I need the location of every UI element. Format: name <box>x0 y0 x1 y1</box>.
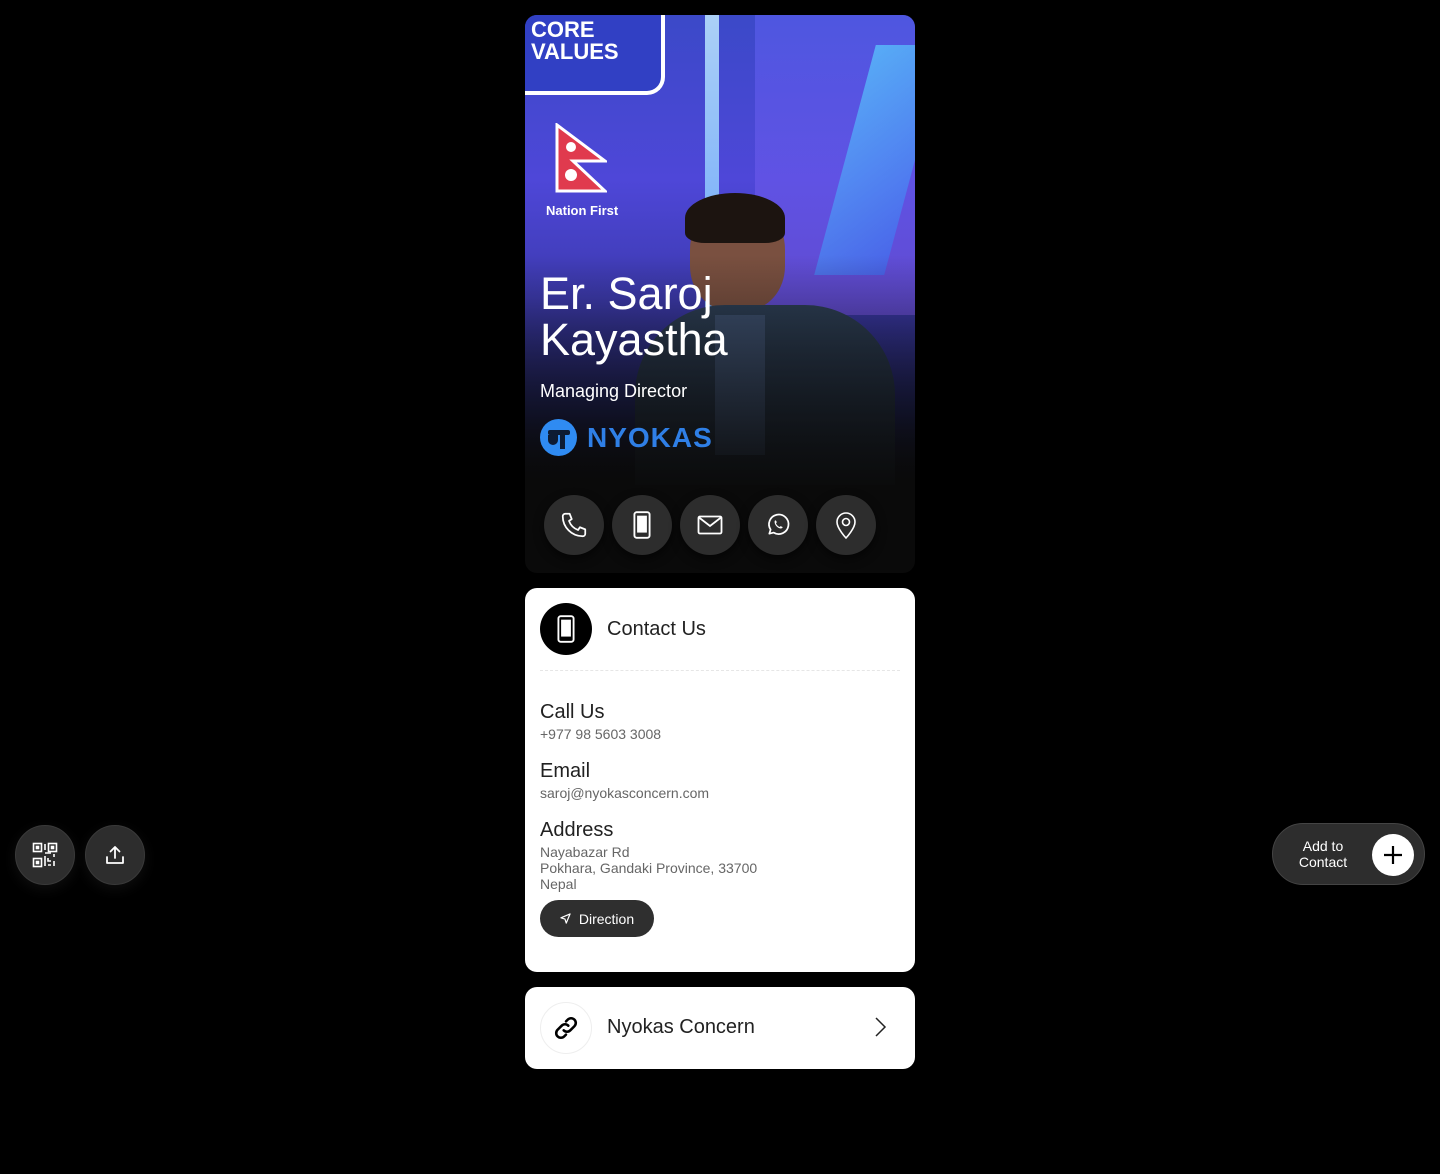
mobile-icon <box>633 511 651 539</box>
plus-icon-wrapper <box>1372 834 1414 876</box>
link-icon <box>554 1016 578 1040</box>
link-icon-wrapper <box>540 1002 592 1054</box>
direction-button[interactable]: Direction <box>540 900 654 937</box>
mobile-icon <box>557 615 575 643</box>
plus-icon <box>1384 846 1402 864</box>
profile-name-line2: Kayastha <box>540 314 728 365</box>
add-to-contact-line1: Add to <box>1302 838 1344 854</box>
quick-actions <box>544 495 876 555</box>
address-line3: Nepal <box>540 876 577 892</box>
profile-name-line1: Er. Saroj <box>540 268 713 319</box>
divider <box>540 670 900 671</box>
address-line1: Nayabazar Rd <box>540 844 630 860</box>
website-link-card[interactable]: Nyokas Concern <box>525 987 915 1069</box>
whatsapp-button[interactable] <box>748 495 808 555</box>
add-to-contact-button[interactable]: Add to Contact <box>1272 823 1425 885</box>
profile-role: Managing Director <box>540 381 688 401</box>
qr-code-button[interactable] <box>15 825 75 885</box>
location-button[interactable] <box>816 495 876 555</box>
email-field: Email saroj@nyokasconcern.com <box>540 760 709 801</box>
address-line2: Pokhara, Gandaki Province, 33700 <box>540 860 758 876</box>
mobile-button[interactable] <box>612 495 672 555</box>
call-us-value[interactable]: +977 98 5603 3008 <box>540 726 661 742</box>
photo-sign-text: CORE VALUES <box>531 17 619 64</box>
photo-flag-text: Nation First <box>546 203 619 218</box>
company-logo-mark <box>540 419 577 456</box>
email-button[interactable] <box>680 495 740 555</box>
whatsapp-icon <box>768 513 790 535</box>
navigation-arrow-icon <box>560 913 571 924</box>
company-logo-text: NYOKAS <box>587 421 713 453</box>
qr-code-icon <box>32 842 58 868</box>
email-label: Email <box>540 760 591 782</box>
add-to-contact-line2: Contact <box>1298 854 1348 870</box>
company-logo: NYOKAS <box>540 419 713 456</box>
address-label: Address <box>540 819 614 841</box>
chevron-right-icon <box>875 1017 887 1037</box>
profile-name: Er. Saroj Kayastha <box>540 271 840 363</box>
address-field: Address Nayabazar Rd Pokhara, Gandaki Pr… <box>540 819 757 892</box>
profile-hero-card: CORE VALUES Nation First Er. Saroj Kayas… <box>525 15 915 573</box>
call-button[interactable] <box>544 495 604 555</box>
email-value[interactable]: saroj@nyokasconcern.com <box>540 785 709 801</box>
call-us-label: Call Us <box>540 701 605 723</box>
flag-icon <box>555 123 607 193</box>
contact-card: Contact Us Call Us +977 98 5603 3008 Ema… <box>525 588 915 972</box>
call-us-field: Call Us +977 98 5603 3008 <box>540 701 661 742</box>
phone-icon <box>561 512 587 538</box>
share-button[interactable] <box>85 825 145 885</box>
add-to-contact-label: Add to Contact <box>1297 838 1349 870</box>
location-pin-icon <box>836 512 856 539</box>
website-link-label: Nyokas Concern <box>607 1016 755 1038</box>
direction-label: Direction <box>578 910 635 927</box>
mail-icon <box>697 515 723 535</box>
contact-card-title: Contact Us <box>607 617 706 640</box>
share-upload-icon <box>106 846 124 864</box>
contact-card-header: Contact Us <box>540 603 706 655</box>
contact-card-icon <box>540 603 592 655</box>
